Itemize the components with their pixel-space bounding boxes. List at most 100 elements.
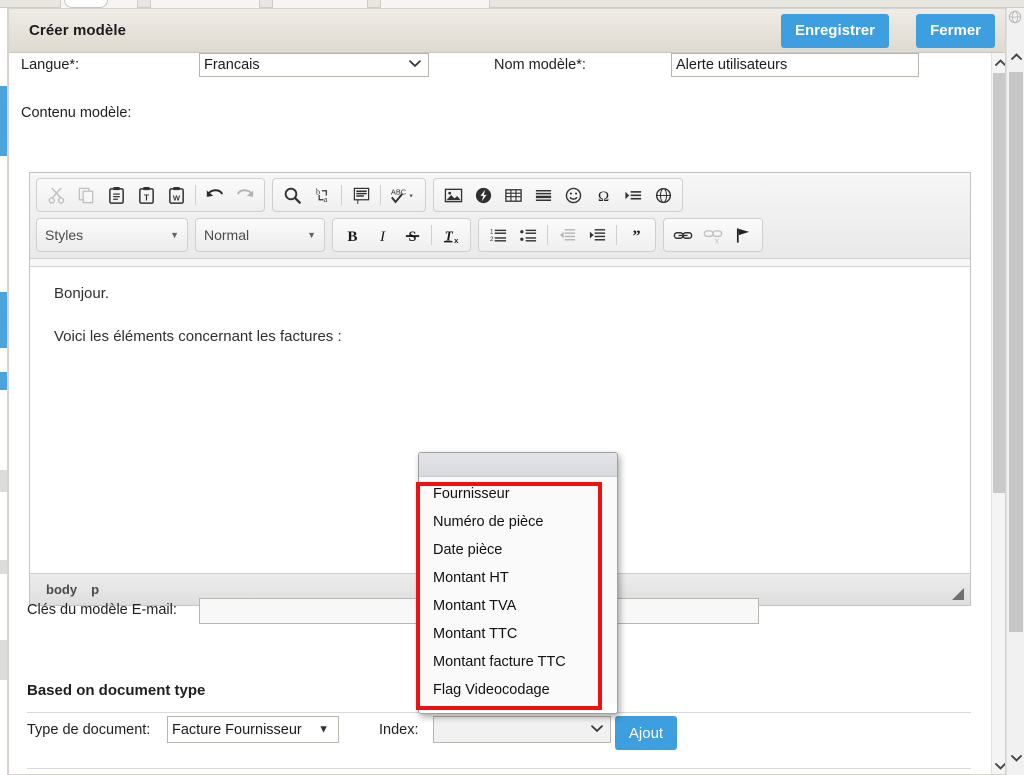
smiley-icon[interactable] <box>558 181 588 209</box>
select-all-icon[interactable]: T <box>346 181 376 209</box>
link-group: x <box>663 218 763 252</box>
element-path-p[interactable]: p <box>91 582 99 597</box>
index-select[interactable] <box>433 716 611 743</box>
close-button[interactable]: Fermer <box>916 14 995 48</box>
type-document-select-wrap[interactable]: Facture Fournisseur ▼ <box>167 716 339 743</box>
page-scrollbar[interactable] <box>1006 8 1024 775</box>
toolbar-separator <box>431 225 432 245</box>
dropdown-option[interactable]: Fournisseur <box>419 480 617 508</box>
blockquote-icon[interactable]: ” <box>621 221 651 249</box>
svg-text:2: 2 <box>489 236 493 243</box>
chevron-down-icon: ▼ <box>307 230 316 240</box>
toolbar-separator <box>547 225 548 245</box>
background-grey-chip <box>0 470 7 492</box>
cles-modele-label: Clés du modèle E-mail: <box>27 602 177 618</box>
dropdown-option[interactable]: Montant TVA <box>419 592 617 620</box>
svg-text:T: T <box>355 199 359 205</box>
anchor-icon[interactable] <box>728 221 758 249</box>
dropdown-option[interactable]: Flag Videocodage <box>419 676 617 704</box>
background-grey-chip <box>0 560 7 574</box>
replace-icon[interactable]: ba <box>307 181 337 209</box>
keys-dropdown-popup[interactable]: Fournisseur Numéro de pièce Date pièce M… <box>418 452 618 714</box>
spellcheck-icon[interactable]: ABC <box>385 181 421 209</box>
paragraph-format-dropdown[interactable]: Normal ▼ <box>195 218 325 252</box>
svg-text:Ω: Ω <box>597 188 608 205</box>
undo-icon[interactable] <box>200 181 230 209</box>
remove-format-icon[interactable]: Tx <box>436 221 466 249</box>
redo-icon[interactable] <box>230 181 260 209</box>
page-scrollbar-thumb[interactable] <box>1009 72 1023 632</box>
paste-from-word-icon[interactable]: W <box>161 181 191 209</box>
svg-text:I: I <box>378 228 385 245</box>
styles-dropdown[interactable]: Styles ▼ <box>36 218 188 252</box>
iframe-icon[interactable] <box>648 181 678 209</box>
chevron-down-icon: ▼ <box>170 230 179 240</box>
unlink-icon[interactable]: x <box>698 221 728 249</box>
outdent-icon[interactable] <box>552 221 582 249</box>
dropdown-option[interactable]: Montant facture TTC <box>419 648 617 676</box>
styles-dropdown-label: Styles <box>45 227 84 243</box>
dialog-header: Créer modèle Enregistrer Fermer <box>9 9 1005 53</box>
table-icon[interactable] <box>498 181 528 209</box>
index-select-wrap[interactable] <box>433 716 611 743</box>
bulleted-list-icon[interactable] <box>513 221 543 249</box>
italic-icon[interactable]: I <box>367 221 397 249</box>
scroll-up-arrow[interactable] <box>1007 48 1024 66</box>
svg-text:”: ” <box>632 228 640 245</box>
dropdown-option[interactable]: Montant TTC <box>419 620 617 648</box>
cut-icon[interactable] <box>41 181 71 209</box>
dropdown-option-list[interactable]: Fournisseur Numéro de pièce Date pièce M… <box>419 477 617 704</box>
link-icon[interactable] <box>668 221 698 249</box>
page-break-icon[interactable] <box>618 181 648 209</box>
svg-text:1: 1 <box>489 228 493 235</box>
editor-paragraph: Bonjour. <box>54 285 110 302</box>
indent-icon[interactable] <box>582 221 612 249</box>
background-accent-chip <box>0 86 7 156</box>
paste-as-plain-text-icon[interactable]: T <box>131 181 161 209</box>
langue-select-wrap[interactable]: Francais <box>199 53 429 77</box>
dialog-scroll-up-arrow[interactable] <box>992 55 1005 71</box>
flash-icon[interactable] <box>468 181 498 209</box>
image-icon[interactable] <box>438 181 468 209</box>
find-icon[interactable] <box>277 181 307 209</box>
numbered-list-icon[interactable]: 12 <box>483 221 513 249</box>
toolbar-separator <box>195 185 196 205</box>
dropdown-option[interactable]: Date pièce <box>419 536 617 564</box>
dropdown-option[interactable]: Numéro de pièce <box>419 508 617 536</box>
svg-text:x: x <box>715 236 719 244</box>
scroll-down-arrow[interactable] <box>1007 749 1024 767</box>
add-button[interactable]: Ajout <box>615 716 677 750</box>
copy-icon[interactable] <box>71 181 101 209</box>
contenu-modele-label: Contenu modèle: <box>21 105 132 121</box>
dialog-scrollbar-thumb[interactable] <box>993 73 1005 493</box>
save-button[interactable]: Enregistrer <box>780 14 889 48</box>
special-character-icon[interactable]: Ω <box>588 181 618 209</box>
globe-icon <box>1008 10 1022 24</box>
element-path-items: body p <box>46 582 113 597</box>
paste-icon[interactable] <box>101 181 131 209</box>
svg-text:B: B <box>347 228 357 245</box>
dialog-scroll-down-arrow[interactable] <box>992 758 1005 774</box>
svg-text:a: a <box>323 194 327 204</box>
editor-resize-handle[interactable] <box>952 588 964 600</box>
paragraph-format-label: Normal <box>204 227 250 243</box>
svg-text:W: W <box>172 193 180 202</box>
strikethrough-icon[interactable]: S <box>397 221 427 249</box>
dropdown-option[interactable]: Montant HT <box>419 564 617 592</box>
element-path-body[interactable]: body <box>46 582 77 597</box>
langue-select[interactable]: Francais <box>199 53 429 77</box>
toolbar-separator <box>616 225 617 245</box>
list-group: 12 ” <box>478 218 656 252</box>
nom-modele-label: Nom modèle*: <box>494 57 586 73</box>
type-document-select[interactable]: Facture Fournisseur <box>167 716 339 743</box>
nom-modele-input[interactable] <box>671 53 919 77</box>
bottom-divider <box>27 768 971 769</box>
background-tab <box>150 0 260 8</box>
index-label: Index: <box>379 722 419 738</box>
horizontal-rule-icon[interactable] <box>528 181 558 209</box>
type-document-label: Type de document: <box>27 722 151 738</box>
background-tab <box>380 0 490 8</box>
dialog-scrollbar[interactable] <box>991 53 1005 774</box>
editor-toolbar-row-2: Styles ▼ Normal ▼ B I S T x 1 2 ” x <box>36 218 964 252</box>
bold-icon[interactable]: B <box>337 221 367 249</box>
